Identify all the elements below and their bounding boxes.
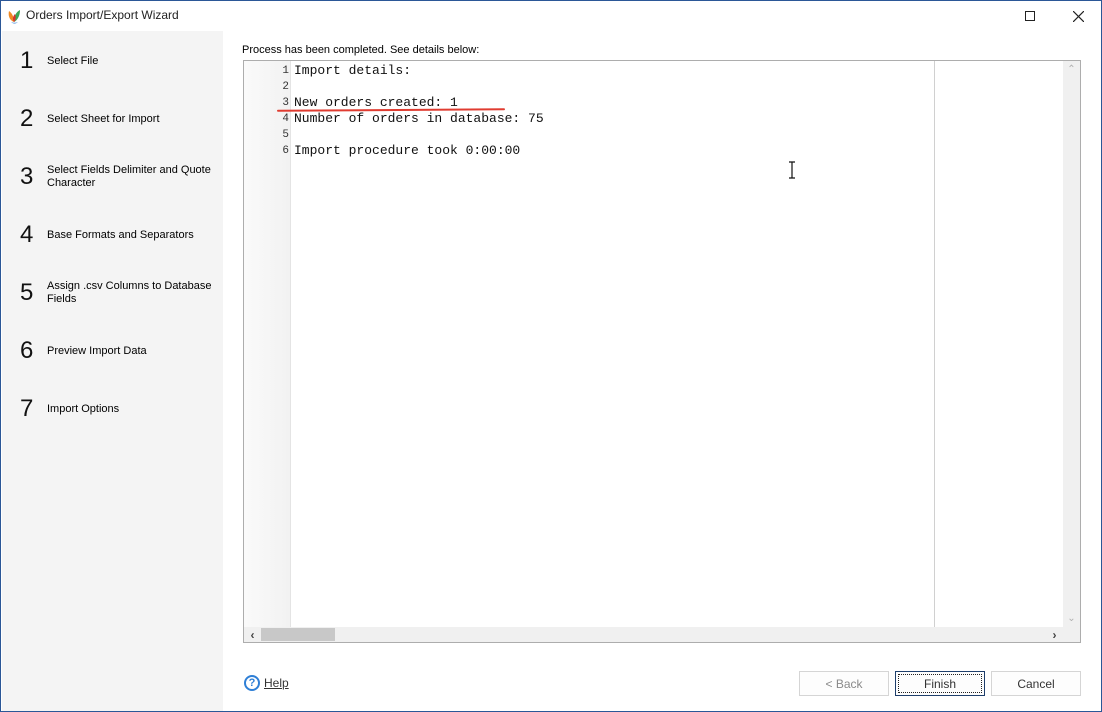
log-line: 6 Import procedure took 0:00:00	[244, 143, 934, 159]
line-number: 6	[282, 145, 289, 157]
step-base-formats[interactable]: 4 Base Formats and Separators	[20, 221, 212, 249]
cancel-button[interactable]: Cancel	[991, 671, 1081, 696]
step-number: 1	[20, 47, 34, 74]
step-number: 2	[20, 105, 34, 132]
status-message: Process has been completed. See details …	[242, 44, 480, 56]
line-number: 2	[282, 81, 289, 93]
step-number: 5	[20, 279, 34, 306]
back-button[interactable]: < Back	[799, 671, 889, 696]
title-bar: Orders Import/Export Wizard	[1, 1, 1101, 31]
line-number: 4	[282, 113, 289, 125]
maximize-icon	[1025, 11, 1035, 21]
log-line: 4 Number of orders in database: 75	[244, 111, 934, 127]
step-label: Select Fields Delimiter and Quote Charac…	[47, 164, 211, 189]
line-number: 1	[282, 65, 289, 77]
window-title: Orders Import/Export Wizard	[26, 8, 179, 22]
import-log-editor[interactable]: 1 Import details: 2 3 New orders created…	[243, 60, 1081, 643]
step-number: 7	[20, 395, 34, 422]
close-icon	[1072, 10, 1084, 22]
step-select-sheet[interactable]: 2 Select Sheet for Import	[20, 105, 212, 133]
horizontal-scrollbar[interactable]: ‹ ›	[244, 627, 1080, 642]
step-number: 4	[20, 221, 34, 248]
step-label: Select File	[47, 54, 99, 67]
line-text: Import details:	[294, 63, 412, 78]
step-number: 6	[20, 337, 34, 364]
line-number: 3	[282, 97, 289, 109]
scroll-left-icon[interactable]: ‹	[244, 627, 261, 642]
scroll-down-icon[interactable]: ⌄	[1063, 610, 1080, 627]
step-preview-data[interactable]: 6 Preview Import Data	[20, 337, 212, 365]
step-assign-columns[interactable]: 5 Assign .csv Columns to Database Fields	[20, 279, 212, 307]
step-label: Preview Import Data	[47, 344, 147, 357]
step-label: Select Sheet for Import	[47, 112, 160, 125]
help-label: Help	[264, 676, 289, 690]
app-logo-icon	[8, 10, 20, 24]
wizard-steps-sidebar: 1 Select File 2 Select Sheet for Import …	[2, 31, 223, 711]
line-text: Import procedure took 0:00:00	[294, 143, 521, 158]
scroll-up-icon[interactable]: ⌃	[1063, 61, 1080, 78]
step-label: Assign .csv Columns to Database Fields	[47, 280, 212, 305]
step-number: 3	[20, 163, 34, 190]
horizontal-scroll-thumb[interactable]	[261, 628, 335, 641]
help-icon: ?	[244, 675, 260, 691]
vertical-scrollbar[interactable]: ⌃ ⌄	[1063, 61, 1080, 627]
log-line: 5	[244, 127, 934, 143]
maximize-button[interactable]	[1007, 1, 1053, 31]
close-button[interactable]	[1055, 1, 1101, 31]
step-label: Import Options	[47, 402, 120, 415]
help-link[interactable]: ? Help	[244, 675, 289, 691]
step-select-delimiter[interactable]: 3 Select Fields Delimiter and Quote Char…	[20, 163, 212, 191]
log-line: 1 Import details:	[244, 63, 934, 79]
step-import-options[interactable]: 7 Import Options	[20, 395, 212, 423]
line-text: Number of orders in database: 75	[294, 111, 544, 126]
log-line: 2	[244, 79, 934, 95]
step-label: Base Formats and Separators	[47, 228, 194, 241]
focus-rectangle	[898, 674, 982, 693]
finish-button[interactable]: Finish	[895, 671, 985, 696]
line-number: 5	[282, 129, 289, 141]
editor-pane-divider	[934, 61, 935, 627]
scroll-right-icon[interactable]: ›	[1046, 627, 1063, 642]
step-select-file[interactable]: 1 Select File	[20, 47, 212, 75]
text-cursor-icon	[789, 161, 795, 179]
wizard-window: Orders Import/Export Wizard 1 Select Fil…	[0, 0, 1102, 712]
